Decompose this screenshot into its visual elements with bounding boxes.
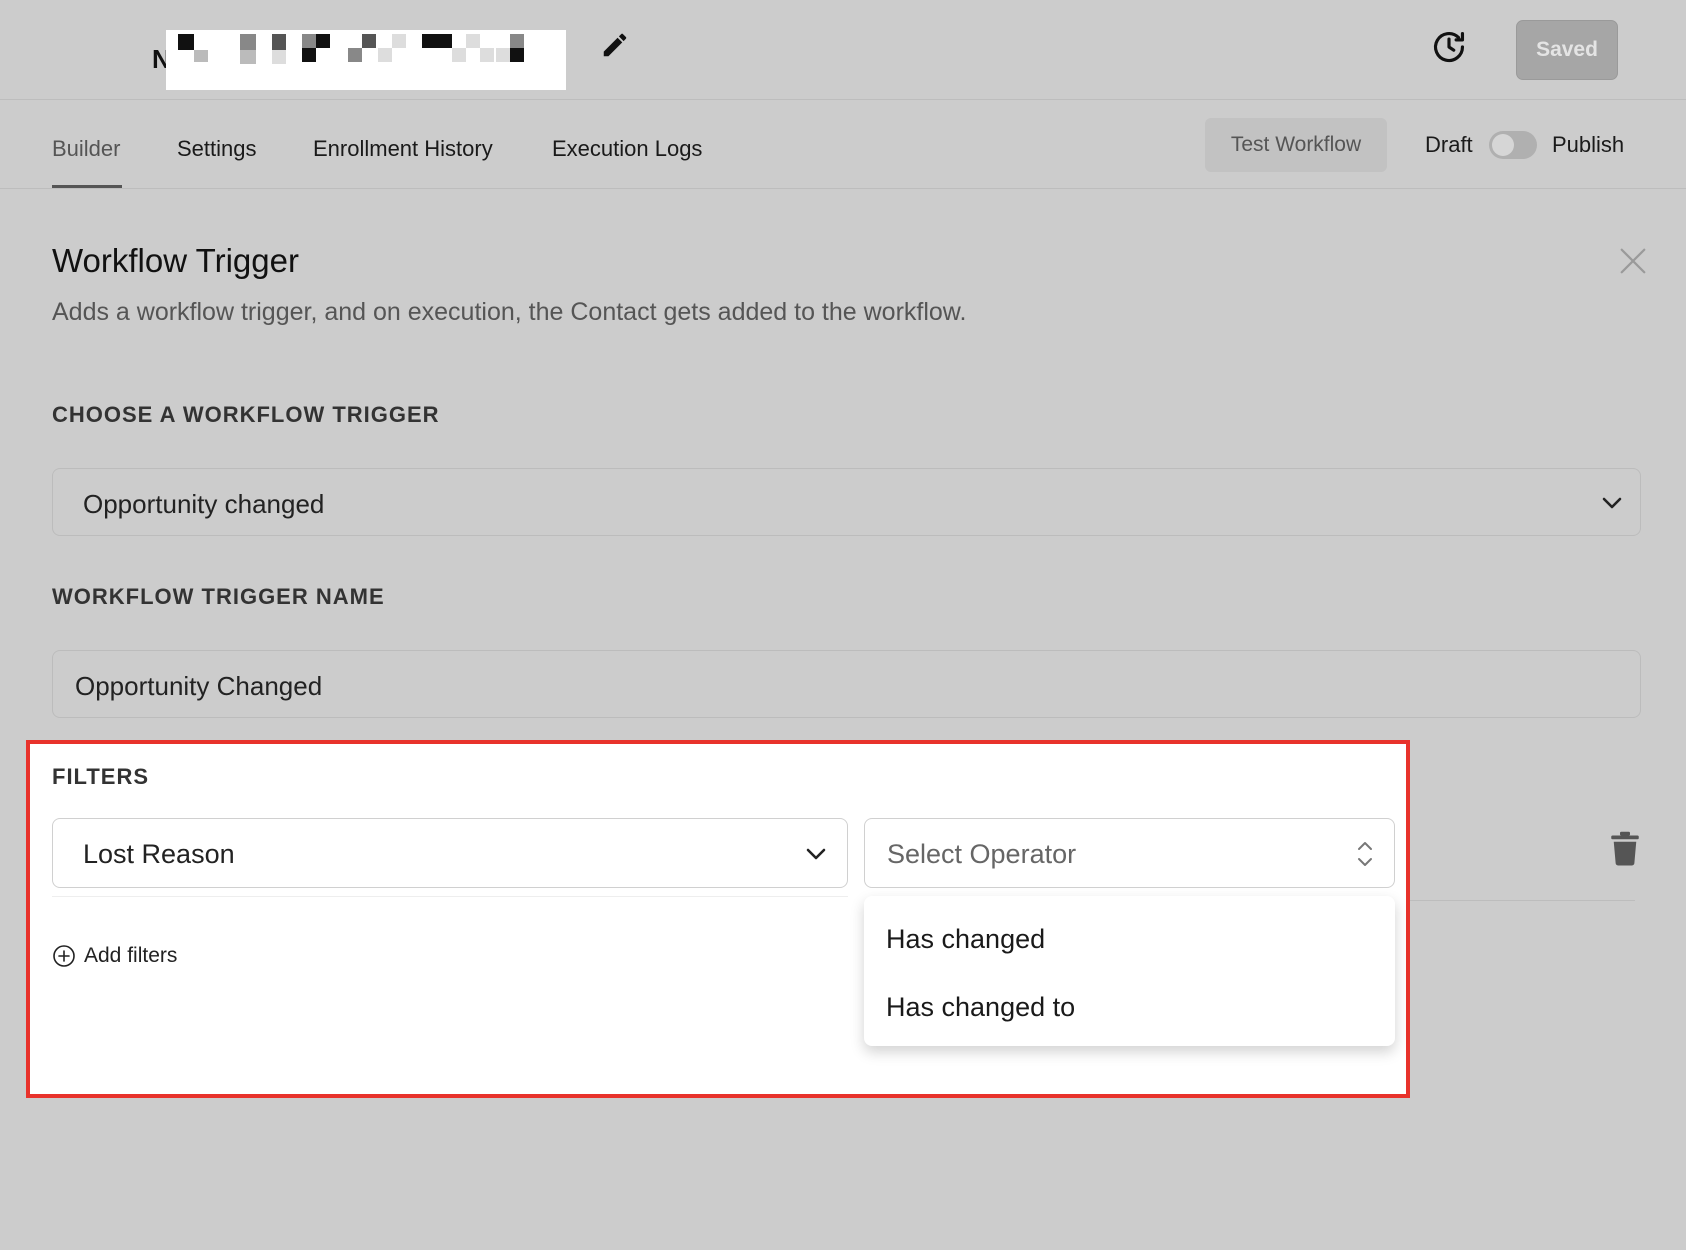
saved-button[interactable]: Saved xyxy=(1516,20,1618,80)
tab-settings[interactable]: Settings xyxy=(177,136,257,162)
filter-field-value: Lost Reason xyxy=(83,839,235,869)
trash-icon[interactable] xyxy=(1610,830,1640,866)
filters-label: FILTERS xyxy=(52,764,150,789)
trigger-name-input[interactable]: Opportunity Changed xyxy=(52,650,1641,718)
close-icon[interactable] xyxy=(1618,246,1648,276)
operator-option-has-changed-to[interactable]: Has changed to xyxy=(886,992,1075,1023)
plus-circle-icon xyxy=(53,945,75,967)
trigger-select[interactable]: Opportunity changed xyxy=(52,468,1641,536)
toggle-knob xyxy=(1492,134,1514,156)
active-tab-indicator xyxy=(52,185,122,188)
filters-section: FILTERS Lost Reason Select Operator Add … xyxy=(26,740,1410,1098)
operator-select[interactable]: Select Operator xyxy=(864,818,1395,888)
add-filters-label: Add filters xyxy=(84,944,178,967)
add-filters-button[interactable]: Add filters xyxy=(52,944,177,968)
pencil-icon[interactable] xyxy=(600,30,630,60)
operator-dropdown-menu: Has changed Has changed to xyxy=(864,896,1395,1046)
chevron-down-icon xyxy=(806,848,826,860)
operator-option-has-changed[interactable]: Has changed xyxy=(886,924,1045,955)
test-workflow-button[interactable]: Test Workflow xyxy=(1205,118,1387,172)
top-bar: N Saved xyxy=(0,0,1686,100)
trigger-name-value: Opportunity Changed xyxy=(75,671,323,701)
trigger-name-section-label: WORKFLOW TRIGGER NAME xyxy=(52,584,385,609)
operator-placeholder: Select Operator xyxy=(887,839,1077,869)
publish-label: Publish xyxy=(1552,132,1625,157)
tab-enrollment-history[interactable]: Enrollment History xyxy=(313,136,493,162)
chevron-down-icon xyxy=(1602,497,1622,509)
trigger-section-label: CHOOSE A WORKFLOW TRIGGER xyxy=(52,402,440,427)
publish-toggle[interactable] xyxy=(1489,131,1537,159)
filter-row-divider xyxy=(52,896,848,897)
filter-field-select[interactable]: Lost Reason xyxy=(52,818,848,888)
tab-execution-logs[interactable]: Execution Logs xyxy=(552,136,702,162)
row-divider xyxy=(1405,900,1635,901)
tab-bar: Builder Settings Enrollment History Exec… xyxy=(0,100,1686,189)
tab-builder[interactable]: Builder xyxy=(52,136,120,162)
panel-title: Workflow Trigger xyxy=(52,242,299,279)
panel-subtitle: Adds a workflow trigger, and on executio… xyxy=(52,298,967,326)
draft-label: Draft xyxy=(1425,132,1473,157)
chevron-up-down-icon xyxy=(1358,842,1372,866)
trigger-select-value: Opportunity changed xyxy=(83,489,325,519)
redacted-title-block xyxy=(166,30,566,90)
history-clock-icon[interactable] xyxy=(1430,28,1468,66)
